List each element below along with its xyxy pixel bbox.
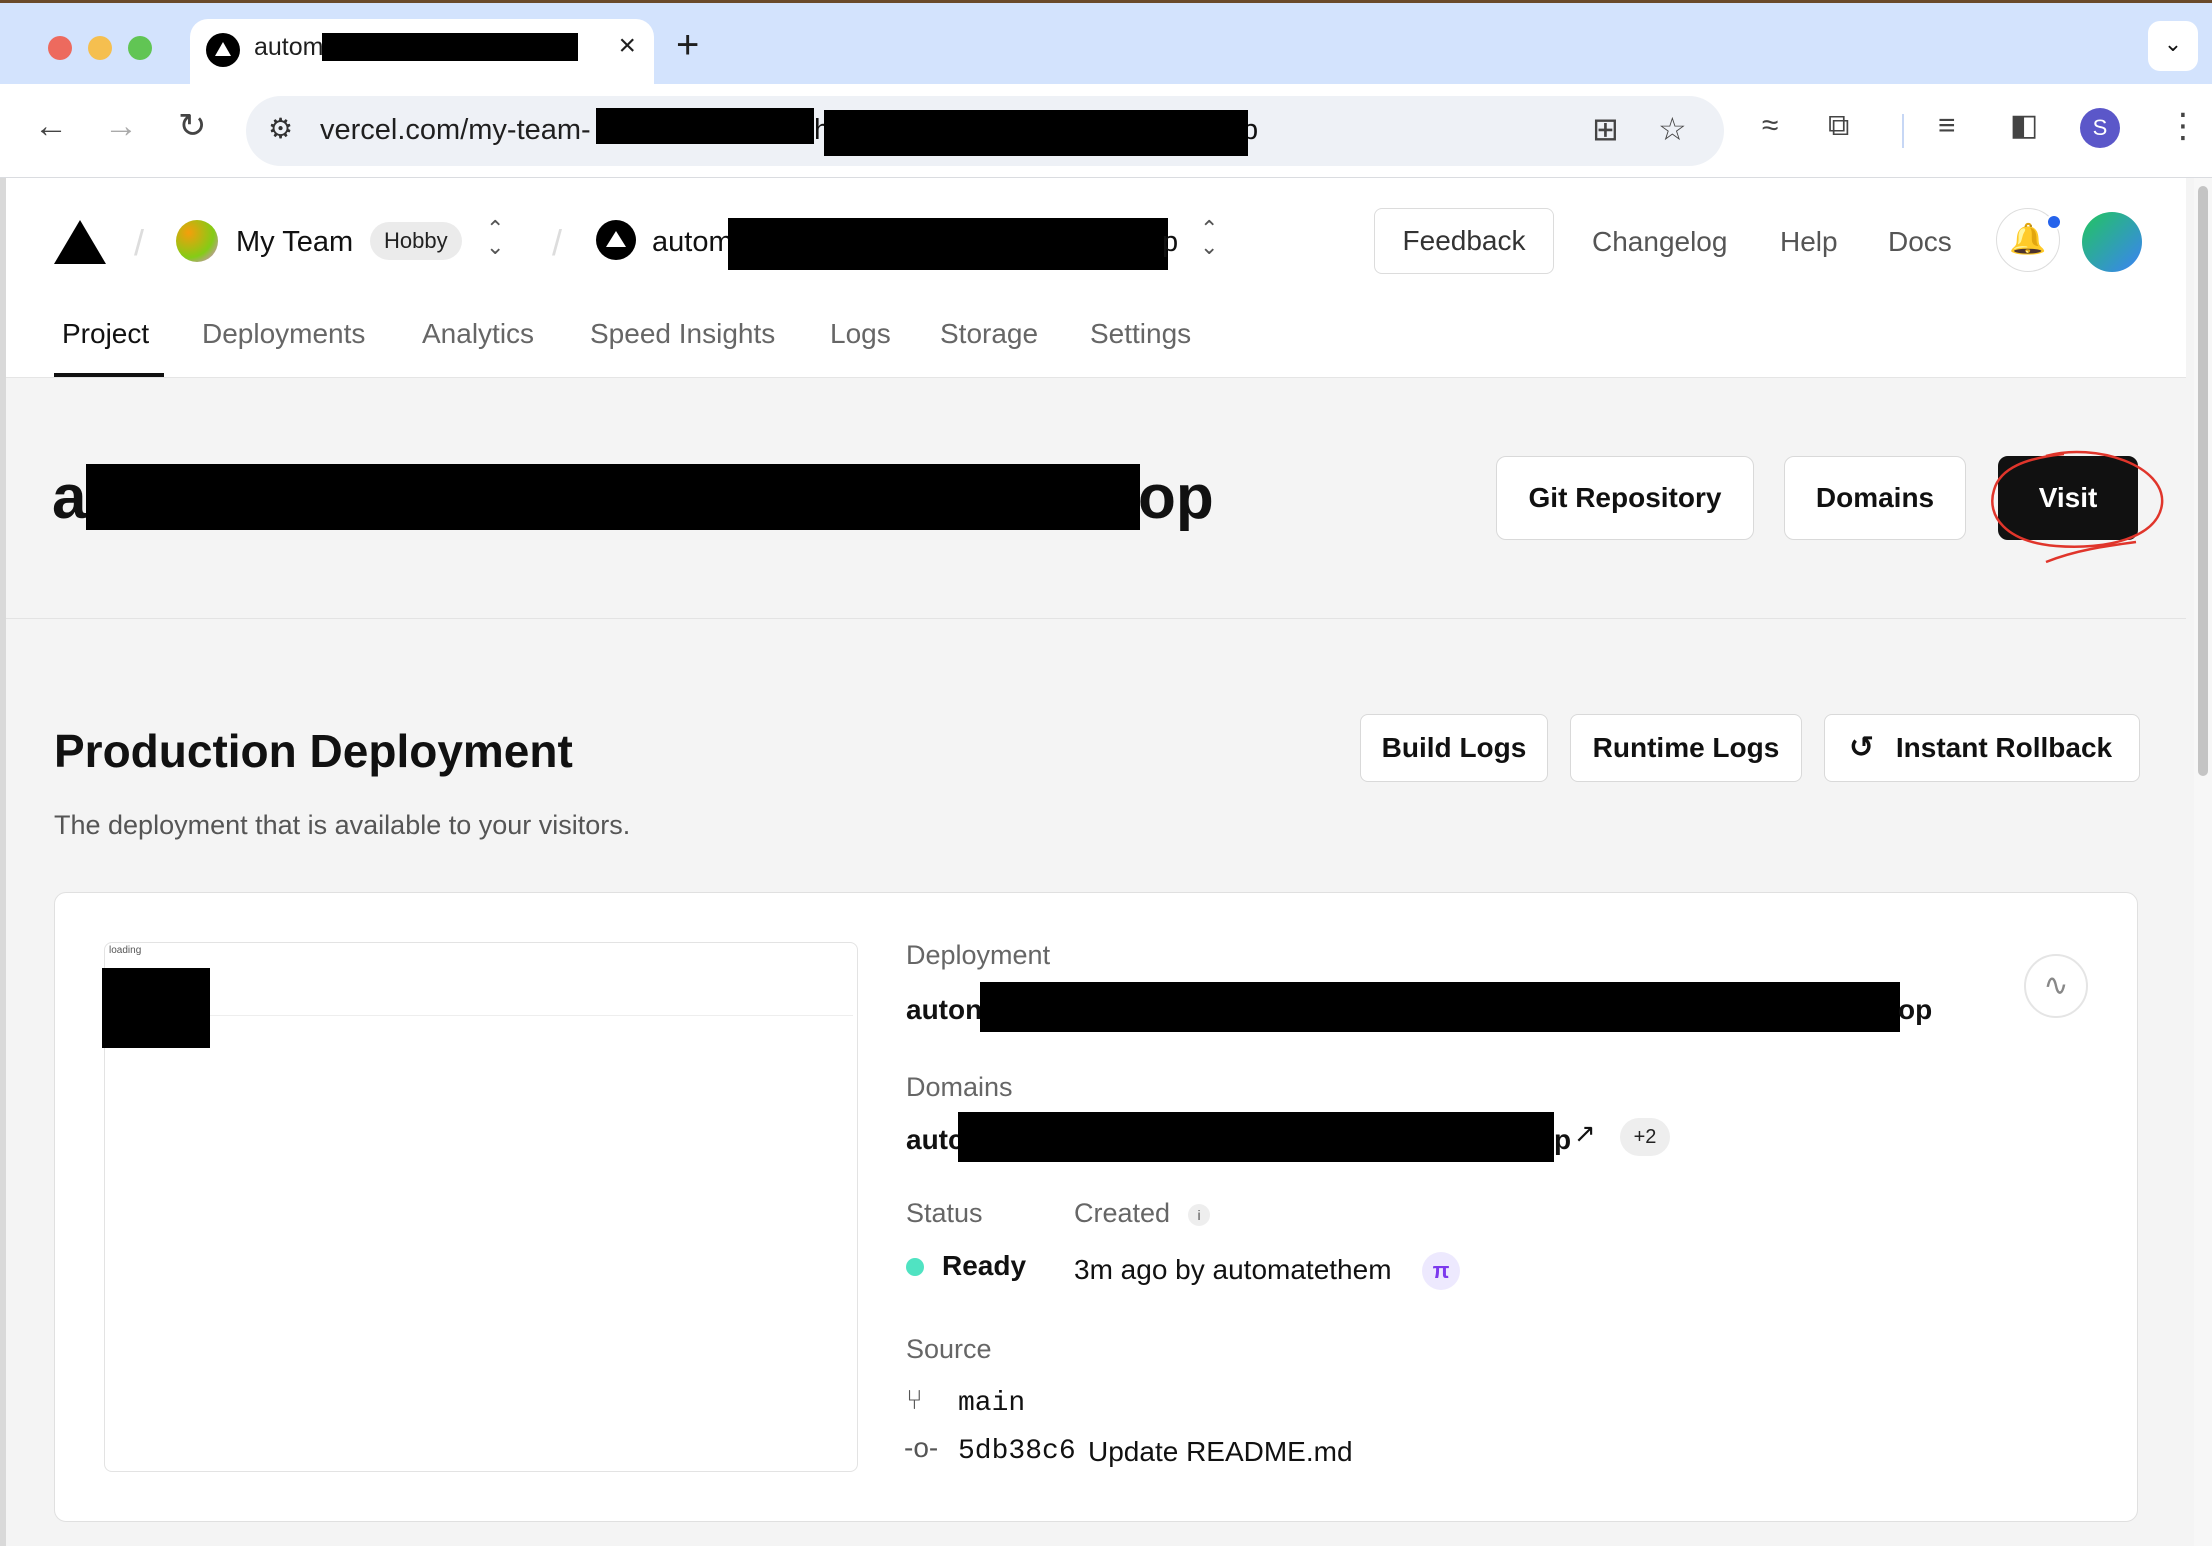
commit-message[interactable]: Update README.md [1088,1436,1353,1468]
more-domains-badge[interactable]: +2 [1620,1118,1670,1156]
team-name[interactable]: My Team [236,226,353,259]
vercel-logo-icon[interactable] [54,220,106,264]
team-switcher-chevron-icon[interactable]: ⌃ ⌄ [486,218,504,258]
branch-name[interactable]: main [958,1388,1025,1419]
breadcrumb-separator: / [134,222,145,263]
reload-icon[interactable]: ↻ [178,106,207,146]
media-controls-icon[interactable]: ≡ [1938,106,1956,146]
build-logs-button[interactable]: Build Logs [1360,714,1548,782]
external-link-icon[interactable]: ↗ [1574,1118,1596,1149]
ready-status-dot [906,1258,924,1276]
redaction [102,968,210,1048]
browser-toolbar: ← → ↻ ⚙ vercel.com/my-team- h p ⊞ ☆ ≈ ⧉ … [0,84,2212,178]
kebab-menu-icon[interactable]: ⋮ [2166,106,2200,146]
redaction [980,982,1900,1032]
domains-label: Domains [906,1072,1013,1102]
tab-title: autom [254,33,324,61]
minimize-window-button[interactable] [88,36,112,60]
instant-rollback-button[interactable]: ↺ Instant Rollback [1824,714,2140,782]
created-value: 3m ago by automatethem [1074,1254,1392,1285]
tab-deployments[interactable]: Deployments [202,318,365,350]
production-deployment-subtitle: The deployment that is available to your… [54,810,631,840]
author-avatar: π [1422,1252,1460,1290]
site-info-icon[interactable]: ⚙ [268,112,293,145]
tab-analytics[interactable]: Analytics [422,318,534,350]
plan-badge: Hobby [370,222,462,260]
url-text: vercel.com/my-team- [320,114,591,146]
deployment-label: Deployment [906,940,1051,970]
redaction [86,464,1140,530]
git-repository-button[interactable]: Git Repository [1496,456,1754,540]
redaction [596,108,814,144]
profile-avatar[interactable]: S [2080,108,2120,148]
tab-storage[interactable]: Storage [940,318,1038,350]
puzzle-extensions-icon[interactable]: ⧉ [1828,106,1849,146]
deployment-url[interactable]: auton [906,994,982,1026]
vercel-header: / My Team Hobby ⌃ ⌄ / autom p ⌃ ⌄ Feedback… [6,178,2186,378]
project-favicon-icon [596,220,636,260]
production-deployment-heading: Production Deployment [54,725,573,777]
tab-speed-insights[interactable]: Speed Insights [590,318,775,350]
domain-link[interactable]: autc [906,1124,964,1156]
deployment-preview[interactable]: loading [104,942,858,1472]
toolbar-divider [1902,114,1904,148]
activity-icon[interactable]: ∿ [2024,954,2088,1018]
user-avatar[interactable] [2082,212,2142,272]
project-name-end: p [1162,226,1179,258]
docs-link[interactable]: Docs [1888,226,1952,258]
redaction [322,33,578,61]
redaction [728,218,1168,270]
preview-divider [209,1015,853,1016]
window-left-edge [0,178,6,1546]
status-value: Ready [942,1250,1027,1281]
redaction [958,1112,1554,1162]
browser-tab-strip: autom × + ⌄ [0,0,2212,87]
close-tab-icon[interactable]: × [618,29,636,63]
project-switcher-chevron-icon[interactable]: ⌃ ⌄ [1200,218,1218,258]
vercel-favicon-icon [206,33,240,67]
side-panel-icon[interactable]: ◧ [2010,106,2038,146]
created-label: Created [1074,1198,1171,1228]
section-divider [6,618,2186,619]
source-label: Source [906,1334,992,1364]
bookmark-star-icon[interactable]: ☆ [1658,110,1687,148]
breadcrumb-separator: / [552,222,563,263]
tab-search-button[interactable]: ⌄ [2148,21,2198,71]
scrollbar-thumb[interactable] [2198,186,2208,776]
project-name[interactable]: autom [652,226,733,259]
forward-arrow-icon[interactable]: → [104,106,138,146]
feedback-button[interactable]: Feedback [1374,208,1554,274]
team-avatar [176,220,218,262]
git-commit-icon: -o- [904,1432,939,1463]
redaction [824,110,1248,156]
active-tab-indicator [54,373,164,377]
new-tab-button[interactable]: + [676,23,699,68]
runtime-logs-button[interactable]: Runtime Logs [1570,714,1802,782]
help-link[interactable]: Help [1780,226,1838,258]
translate-icon[interactable]: ⊞ [1592,110,1619,148]
status-label: Status [906,1198,983,1228]
notification-dot [2046,214,2062,230]
tab-logs[interactable]: Logs [830,318,891,350]
deployment-url-end: op [1898,994,1933,1025]
instant-rollback-label: Instant Rollback [1895,732,2113,763]
close-window-button[interactable] [48,36,72,60]
domains-button[interactable]: Domains [1784,456,1966,540]
visit-annotation-circle [1991,450,2164,564]
project-title: a [52,463,87,532]
preview-loading-text: loading [109,945,142,956]
extension-icon[interactable]: ≈ [1762,106,1778,146]
project-title-end: op [1138,463,1214,532]
git-branch-icon: ⑂ [906,1384,923,1415]
info-icon[interactable]: i [1188,1204,1210,1226]
back-arrow-icon[interactable]: ← [34,106,68,146]
maximize-window-button[interactable] [128,36,152,60]
page-scrollbar[interactable] [2194,178,2212,1546]
tab-project[interactable]: Project [62,318,149,350]
domain-link-end: p [1554,1124,1572,1155]
rollback-icon: ↺ [1849,731,1875,764]
commit-hash[interactable]: 5db38c6 [958,1436,1076,1467]
tab-settings[interactable]: Settings [1090,318,1191,350]
changelog-link[interactable]: Changelog [1592,226,1727,258]
